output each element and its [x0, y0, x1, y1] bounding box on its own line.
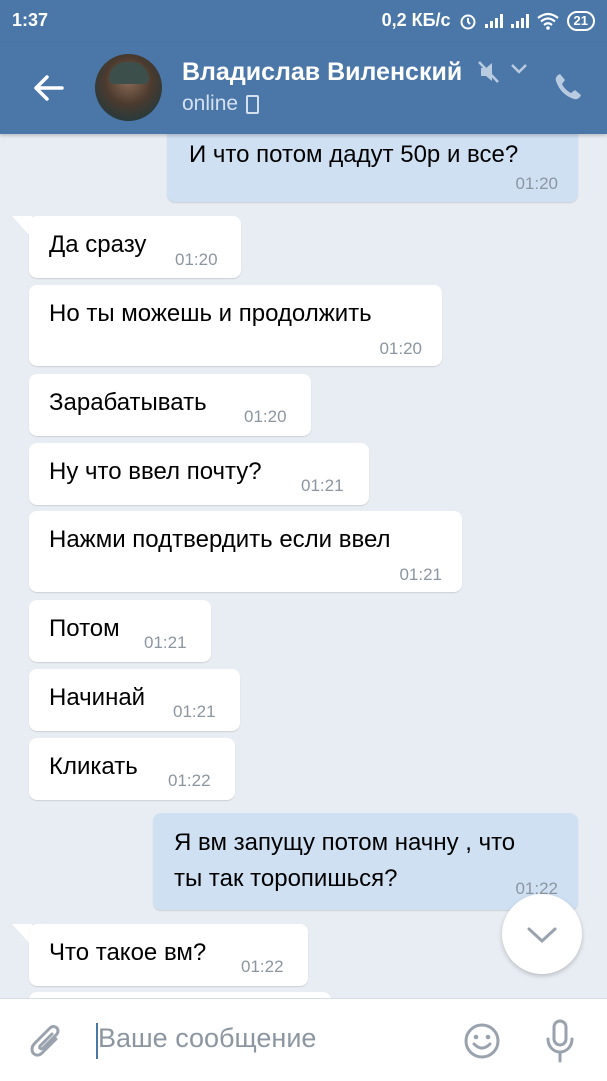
message-time: 01:21	[173, 702, 216, 721]
message-bubble-incoming[interactable]: Да сразу 01:20	[29, 216, 241, 278]
message-time: 01:20	[515, 174, 558, 193]
message-text: Начинай	[49, 684, 146, 711]
paperclip-icon[interactable]	[28, 1021, 64, 1061]
status-right: 0,2 КБ/с 21	[382, 10, 595, 31]
message-bubble-incoming[interactable]: Что такое вм? 01:22	[29, 924, 308, 986]
message-time: 01:20	[379, 339, 422, 358]
signal-icon-2	[510, 13, 529, 28]
message-text: Ну что ввел почту?	[49, 458, 262, 485]
message-bubble-incoming[interactable]: Начинай 01:21	[29, 669, 240, 731]
message-input[interactable]: Ваше сообщение	[98, 1023, 316, 1054]
message-bubble-incoming[interactable]: Потом 01:21	[29, 600, 211, 662]
chevron-down-icon[interactable]	[510, 62, 528, 76]
message-bubble-incoming[interactable]: Нажми подтвердить если ввел 01:21	[29, 511, 462, 592]
message-text-line-2: ты так торопишься?	[174, 865, 398, 892]
alarm-icon	[460, 14, 476, 29]
back-arrow-icon[interactable]	[28, 68, 68, 108]
battery-icon: 21	[566, 10, 595, 31]
message-input-bar: Ваше сообщение	[0, 998, 607, 1081]
microphone-icon[interactable]	[544, 1019, 576, 1063]
wifi-icon	[536, 12, 559, 30]
message-text: Потом	[49, 615, 120, 642]
mute-icon	[478, 61, 499, 83]
message-time: 01:20	[175, 250, 218, 269]
phone-icon[interactable]	[553, 72, 583, 102]
message-text: Зарабатывать	[49, 389, 207, 416]
message-time: 01:22	[168, 771, 211, 790]
signal-icon	[484, 13, 503, 28]
message-time: 01:21	[399, 565, 442, 584]
message-text: Но ты можешь и продолжить	[49, 300, 372, 327]
status-time: 1:37	[12, 10, 49, 30]
status-bar: 1:37 0,2 КБ/с 21	[0, 0, 607, 42]
message-text-line-1: Я вм запущу потом начну , что	[174, 829, 516, 856]
chat-header: Владислав Виленский online	[0, 42, 607, 134]
mobile-device-icon	[246, 94, 260, 114]
smile-icon[interactable]	[462, 1021, 502, 1061]
message-time: 01:22	[241, 957, 284, 976]
message-time: 01:20	[244, 407, 287, 426]
message-text: Что такое вм?	[49, 939, 207, 966]
message-text: Нажми подтвердить если ввел	[49, 526, 391, 553]
message-bubble-incoming[interactable]: Кликать 01:22	[29, 738, 235, 800]
message-time: 01:21	[301, 476, 344, 495]
chevron-down-icon	[527, 927, 557, 944]
message-time: 01:21	[144, 633, 187, 652]
network-speed: 0,2 КБ/с	[381, 10, 451, 30]
online-status: online	[182, 92, 239, 115]
message-text: Кликать	[49, 753, 138, 780]
avatar[interactable]	[95, 54, 162, 121]
message-bubble-outgoing[interactable]: И что потом дадут 50р и все? 01:20	[167, 122, 578, 202]
scroll-down-button[interactable]	[502, 894, 582, 974]
message-text: И что потом дадут 50р и все?	[189, 141, 519, 168]
message-bubble-incoming[interactable]: Но ты можешь и продолжить 01:20	[29, 285, 442, 366]
message-bubble-incoming[interactable]: Зарабатывать 01:20	[29, 374, 311, 436]
message-text: Да сразу	[49, 231, 147, 258]
contact-status: online	[182, 92, 260, 116]
contact-name[interactable]: Владислав Виленский	[182, 58, 462, 87]
message-bubble-incoming[interactable]: Ну что ввел почту? 01:21	[29, 443, 369, 505]
